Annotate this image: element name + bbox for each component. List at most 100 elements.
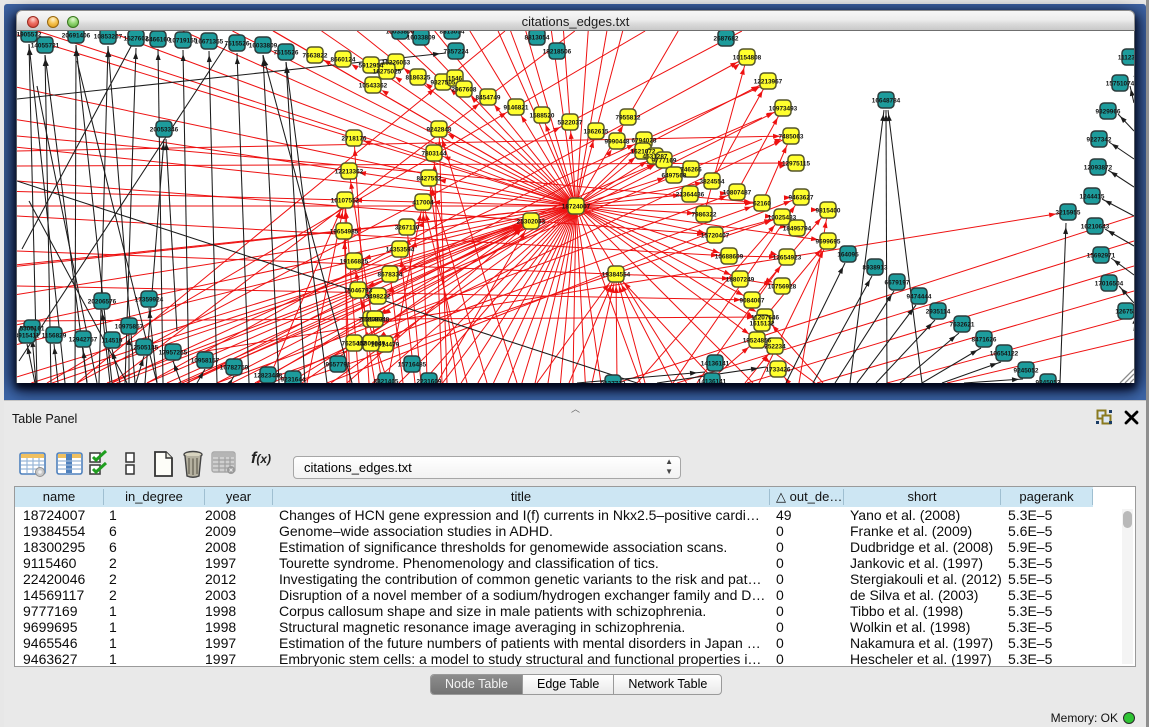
svg-text:16671355: 16671355 <box>195 39 224 46</box>
svg-text:7632621: 7632621 <box>950 322 975 329</box>
svg-text:9463627: 9463627 <box>789 195 814 202</box>
svg-text:3824554: 3824554 <box>700 179 725 186</box>
svg-text:126753: 126753 <box>1115 309 1134 316</box>
svg-text:7955812: 7955812 <box>616 115 641 122</box>
svg-text:2687682: 2687682 <box>714 36 739 43</box>
svg-text:9990448: 9990448 <box>605 139 630 146</box>
svg-text:10719155: 10719155 <box>169 38 198 45</box>
svg-text:2967608: 2967608 <box>452 87 477 94</box>
svg-text:7515526: 7515526 <box>274 50 299 57</box>
svg-text:10756928: 10756928 <box>768 284 797 291</box>
svg-text:9231644: 9231644 <box>281 377 306 384</box>
svg-text:19384554: 19384554 <box>602 272 631 279</box>
svg-text:8813054: 8813054 <box>525 35 550 42</box>
svg-text:14353594: 14353594 <box>386 247 415 254</box>
svg-text:10154808: 10154808 <box>733 55 762 62</box>
svg-text:9657791: 9657791 <box>326 362 351 369</box>
svg-text:7485063: 7485063 <box>779 134 804 141</box>
svg-text:10975857: 10975857 <box>115 324 144 331</box>
svg-text:12654923: 12654923 <box>773 255 802 262</box>
svg-text:1546: 1546 <box>448 76 463 83</box>
svg-text:7357224: 7357224 <box>444 49 469 56</box>
svg-text:12975115: 12975115 <box>782 161 811 168</box>
svg-text:3267110: 3267110 <box>395 225 420 232</box>
svg-text:10654122: 10654122 <box>990 351 1019 358</box>
svg-text:15809949: 15809949 <box>357 341 386 348</box>
svg-text:7986322: 7986322 <box>692 212 717 219</box>
svg-text:252234: 252234 <box>764 344 786 351</box>
svg-text:17016504: 17016504 <box>1095 281 1124 288</box>
svg-text:9245052: 9245052 <box>1036 380 1061 384</box>
svg-text:1588520: 1588520 <box>530 113 555 120</box>
svg-text:12505135: 12505135 <box>130 345 159 352</box>
svg-text:10958157: 10958157 <box>191 358 220 365</box>
svg-text:16033809: 16033809 <box>407 35 436 42</box>
svg-text:3915411: 3915411 <box>17 333 40 340</box>
svg-text:417004: 417004 <box>412 200 434 207</box>
svg-text:18807249: 18807249 <box>726 277 755 284</box>
svg-text:5306161: 5306161 <box>20 326 45 333</box>
svg-text:2231609: 2231609 <box>417 379 442 384</box>
svg-text:12942757: 12942757 <box>69 337 98 344</box>
svg-text:12213967: 12213967 <box>754 79 783 86</box>
svg-text:10025433: 10025433 <box>768 215 797 222</box>
svg-text:15809948: 15809948 <box>361 317 390 324</box>
svg-text:10853267: 10853267 <box>94 34 123 41</box>
svg-text:1615132: 1615132 <box>750 321 775 328</box>
svg-text:62160: 62160 <box>753 201 771 208</box>
svg-text:9227342: 9227342 <box>1087 137 1112 144</box>
svg-text:18724007: 18724007 <box>562 204 591 211</box>
svg-text:8678334: 8678334 <box>378 272 403 279</box>
svg-text:19654985: 19654985 <box>330 229 359 236</box>
svg-text:14136141: 14136141 <box>698 379 727 384</box>
svg-text:8427552: 8427552 <box>417 176 442 183</box>
svg-text:8660124: 8660124 <box>331 57 356 64</box>
svg-text:1244415: 1244415 <box>1080 194 1105 201</box>
svg-text:10688609: 10688609 <box>715 254 744 261</box>
svg-text:10543362: 10543362 <box>359 83 388 90</box>
svg-text:9474444: 9474444 <box>907 294 932 301</box>
svg-text:9242848: 9242848 <box>427 127 452 134</box>
svg-text:6497568: 6497568 <box>662 173 687 180</box>
svg-text:9329966: 9329966 <box>1096 109 1121 116</box>
svg-text:25302033: 25302033 <box>517 219 546 226</box>
svg-text:21364436: 21364436 <box>676 192 705 199</box>
svg-text:15720407: 15720407 <box>701 233 730 240</box>
svg-text:16782759: 16782759 <box>220 365 249 372</box>
svg-text:6466160: 6466160 <box>146 37 171 44</box>
svg-text:6794028: 6794028 <box>632 138 657 145</box>
svg-text:14136141: 14136141 <box>701 361 730 368</box>
svg-text:10807487: 10807487 <box>723 190 752 197</box>
svg-text:3498222: 3498222 <box>366 294 391 301</box>
svg-text:164095: 164095 <box>837 252 859 259</box>
svg-text:9699695: 9699695 <box>816 239 841 246</box>
svg-text:3215955: 3215955 <box>1056 210 1081 217</box>
svg-text:16648784: 16648784 <box>872 98 901 105</box>
svg-text:8186325: 8186325 <box>406 75 431 82</box>
svg-text:8471626: 8471626 <box>972 337 997 344</box>
svg-text:9084067: 9084067 <box>740 298 765 305</box>
svg-text:18495794: 18495794 <box>783 226 812 233</box>
svg-text:7803144: 7803144 <box>422 151 447 158</box>
svg-text:8813054: 8813054 <box>440 31 465 36</box>
svg-text:9137712: 9137712 <box>601 381 626 384</box>
svg-text:16033809: 16033809 <box>249 43 278 50</box>
svg-text:12823448: 12823448 <box>254 373 283 380</box>
svg-text:1156829: 1156829 <box>42 333 67 340</box>
svg-text:20691406: 20691406 <box>62 33 91 40</box>
svg-text:15716485: 15716485 <box>398 362 427 369</box>
svg-text:8321405: 8321405 <box>374 379 399 384</box>
svg-text:12093872: 12093872 <box>1084 165 1113 172</box>
svg-text:16210643: 16210643 <box>1081 224 1110 231</box>
svg-text:1362615: 1362615 <box>584 129 609 136</box>
svg-text:14055721: 14055721 <box>31 43 60 50</box>
svg-text:7515526: 7515526 <box>225 41 250 48</box>
svg-text:20053346: 20053346 <box>150 127 179 134</box>
svg-text:9815400: 9815400 <box>816 208 841 215</box>
svg-text:10973493: 10973493 <box>769 106 798 113</box>
svg-text:12213362: 12213362 <box>335 169 364 176</box>
svg-text:2935114: 2935114 <box>926 309 951 316</box>
svg-text:8938913: 8938913 <box>863 265 888 272</box>
svg-text:10107552: 10107552 <box>331 198 360 205</box>
svg-text:15751074: 15751074 <box>1106 81 1134 88</box>
